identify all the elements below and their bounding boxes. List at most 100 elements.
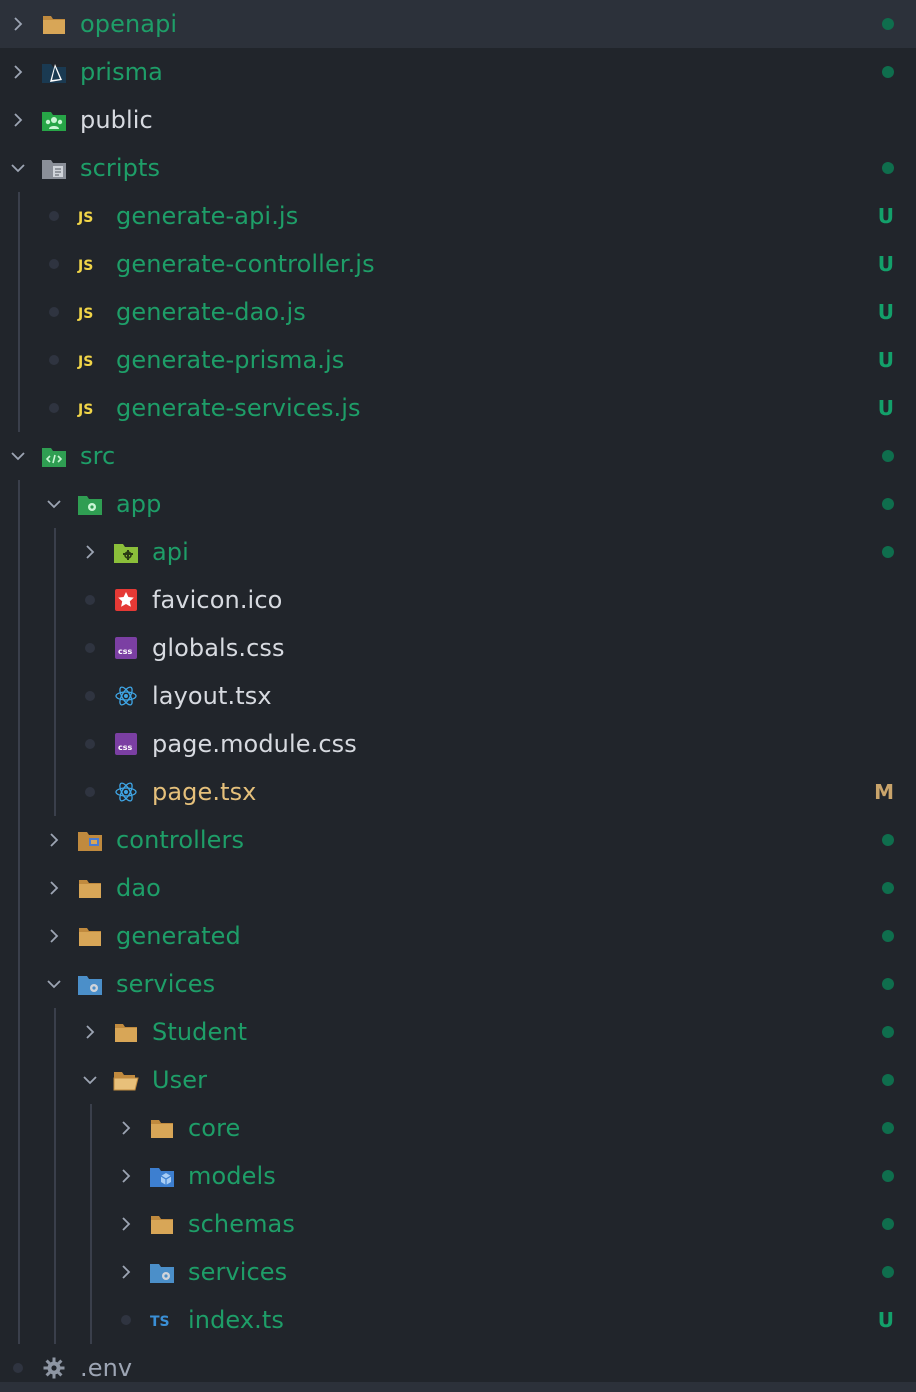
file-bullet bbox=[85, 739, 95, 749]
folder-row-dao[interactable]: dao bbox=[0, 864, 916, 912]
item-label: services bbox=[116, 970, 216, 998]
file-bullet bbox=[49, 307, 59, 317]
folder-row-schemas[interactable]: schemas bbox=[0, 1200, 916, 1248]
git-status-dot bbox=[882, 930, 894, 942]
folder-row-models[interactable]: models bbox=[0, 1152, 916, 1200]
file-row-favicon-ico[interactable]: favicon.ico bbox=[0, 576, 916, 624]
item-label: openapi bbox=[80, 10, 178, 38]
folder-icon bbox=[76, 874, 104, 902]
folder-row-user[interactable]: User bbox=[0, 1056, 916, 1104]
chevron-right-icon[interactable] bbox=[112, 1248, 140, 1296]
chevron-right-icon[interactable] bbox=[40, 816, 68, 864]
models-folder-icon bbox=[148, 1162, 176, 1190]
folder-icon bbox=[112, 1018, 140, 1046]
git-status-dot bbox=[882, 1026, 894, 1038]
folder-icon bbox=[148, 1210, 176, 1238]
folder-row-public[interactable]: public bbox=[0, 96, 916, 144]
file-row-generate-api-js[interactable]: JS generate-api.js U bbox=[0, 192, 916, 240]
folder-row-api[interactable]: api bbox=[0, 528, 916, 576]
git-status-dot bbox=[882, 66, 894, 78]
git-status-dot bbox=[882, 546, 894, 558]
chevron-down-icon[interactable] bbox=[40, 960, 68, 1008]
folder-row-src[interactable]: src bbox=[0, 432, 916, 480]
api-folder-icon bbox=[112, 538, 140, 566]
chevron-right-icon[interactable] bbox=[4, 96, 32, 144]
js-file-icon: JS bbox=[76, 202, 104, 230]
file-row-page-module-css[interactable]: css page.module.css bbox=[0, 720, 916, 768]
item-label: services bbox=[188, 1258, 288, 1286]
file-row-generate-services-js[interactable]: JS generate-services.js U bbox=[0, 384, 916, 432]
file-row-generate-dao-js[interactable]: JS generate-dao.js U bbox=[0, 288, 916, 336]
file-bullet bbox=[85, 643, 95, 653]
item-label: Student bbox=[152, 1018, 248, 1046]
svg-text:JS: JS bbox=[77, 354, 93, 370]
file-bullet bbox=[13, 1363, 23, 1373]
git-status-dot bbox=[882, 498, 894, 510]
file-row-env[interactable]: .env bbox=[0, 1344, 916, 1392]
chevron-right-icon[interactable] bbox=[76, 1008, 104, 1056]
app-folder-icon bbox=[76, 490, 104, 518]
file-row-globals-css[interactable]: css globals.css bbox=[0, 624, 916, 672]
chevron-right-icon[interactable] bbox=[112, 1200, 140, 1248]
file-bullet bbox=[49, 355, 59, 365]
chevron-right-icon[interactable] bbox=[112, 1152, 140, 1200]
item-label: layout.tsx bbox=[152, 682, 272, 710]
file-bullet bbox=[85, 691, 95, 701]
item-label: schemas bbox=[188, 1210, 295, 1238]
public-folder-icon bbox=[40, 106, 68, 134]
chevron-right-icon[interactable] bbox=[112, 1104, 140, 1152]
chevron-right-icon[interactable] bbox=[4, 0, 32, 48]
folder-row-services[interactable]: services bbox=[0, 1248, 916, 1296]
git-status-dot bbox=[882, 1266, 894, 1278]
chevron-right-icon[interactable] bbox=[4, 48, 32, 96]
svg-text:css: css bbox=[118, 647, 133, 656]
folder-row-core[interactable]: core bbox=[0, 1104, 916, 1152]
item-label: globals.css bbox=[152, 634, 285, 662]
item-label: controllers bbox=[116, 826, 245, 854]
chevron-right-icon[interactable] bbox=[40, 912, 68, 960]
src-folder-icon bbox=[40, 442, 68, 470]
git-status-dot bbox=[882, 834, 894, 846]
folder-row-services[interactable]: services bbox=[0, 960, 916, 1008]
git-status-badge: U bbox=[877, 252, 894, 276]
item-label: dao bbox=[116, 874, 161, 902]
chevron-down-icon[interactable] bbox=[40, 480, 68, 528]
react-icon bbox=[112, 778, 140, 806]
item-label: .env bbox=[80, 1354, 133, 1382]
controllers-folder-icon bbox=[76, 826, 104, 854]
item-label: scripts bbox=[80, 154, 161, 182]
git-status-dot bbox=[882, 882, 894, 894]
item-label: src bbox=[80, 442, 116, 470]
folder-row-student[interactable]: Student bbox=[0, 1008, 916, 1056]
folder-row-generated[interactable]: generated bbox=[0, 912, 916, 960]
git-status-badge: U bbox=[877, 204, 894, 228]
chevron-right-icon[interactable] bbox=[40, 864, 68, 912]
folder-row-app[interactable]: app bbox=[0, 480, 916, 528]
folder-row-prisma[interactable]: prisma bbox=[0, 48, 916, 96]
chevron-right-icon[interactable] bbox=[76, 528, 104, 576]
file-row-index-ts[interactable]: TS index.ts U bbox=[0, 1296, 916, 1344]
item-label: index.ts bbox=[188, 1306, 285, 1334]
file-row-page-tsx[interactable]: page.tsx M bbox=[0, 768, 916, 816]
folder-row-controllers[interactable]: controllers bbox=[0, 816, 916, 864]
git-status-badge: M bbox=[874, 780, 894, 804]
file-row-generate-controller-js[interactable]: JS generate-controller.js U bbox=[0, 240, 916, 288]
file-explorer-tree: openapi prisma public scripts JS generate-api… bbox=[0, 0, 916, 1392]
item-label: User bbox=[152, 1066, 208, 1094]
item-label: core bbox=[188, 1114, 241, 1142]
git-status-dot bbox=[882, 450, 894, 462]
css-file-icon: css bbox=[112, 634, 140, 662]
item-label: generate-dao.js bbox=[116, 298, 306, 326]
file-row-layout-tsx[interactable]: layout.tsx bbox=[0, 672, 916, 720]
chevron-down-icon[interactable] bbox=[4, 432, 32, 480]
folder-icon bbox=[40, 10, 68, 38]
folder-row-scripts[interactable]: scripts bbox=[0, 144, 916, 192]
item-label: page.module.css bbox=[152, 730, 357, 758]
git-status-dot bbox=[882, 1218, 894, 1230]
folder-icon bbox=[76, 922, 104, 950]
file-row-generate-prisma-js[interactable]: JS generate-prisma.js U bbox=[0, 336, 916, 384]
folder-row-openapi[interactable]: openapi bbox=[0, 0, 916, 48]
file-bullet bbox=[85, 787, 95, 797]
chevron-down-icon[interactable] bbox=[76, 1056, 104, 1104]
chevron-down-icon[interactable] bbox=[4, 144, 32, 192]
